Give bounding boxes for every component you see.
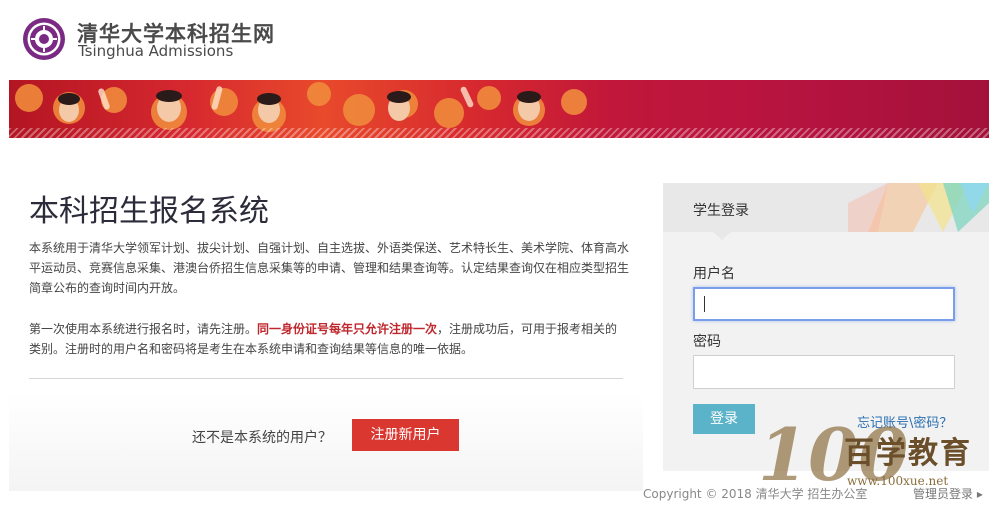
students-banner-image: [9, 80, 989, 138]
intro-paragraph: 本系统用于清华大学领军计划、拔尖计划、自强计划、自主选拔、外语类保送、艺术特长生…: [29, 241, 630, 295]
not-user-prompt: 还不是本系统的用户？: [192, 430, 332, 446]
register-button[interactable]: 注册新用户: [352, 419, 459, 451]
registration-note-emphasis: 同一身份证号每年只允许注册一次: [257, 322, 438, 336]
intro-panel: 本科招生报名系统 本系统用于清华大学领军计划、拔尖计划、自强计划、自主选拔、外语…: [9, 183, 643, 491]
login-button[interactable]: 登录: [693, 404, 755, 434]
admin-login-link[interactable]: 管理员登录 ▸: [913, 485, 983, 502]
username-label: 用户名: [693, 266, 735, 282]
header-notch: [713, 232, 731, 240]
password-label: 密码: [693, 334, 721, 350]
page-title: 本科招生报名系统: [29, 194, 269, 229]
tsinghua-seal-icon[interactable]: [22, 17, 66, 61]
registration-note: 第一次使用本系统进行报名时，请先注册。同一身份证号每年只允许注册一次，注册成功后…: [29, 319, 629, 359]
text-caret: [704, 296, 705, 312]
section-divider: [29, 378, 623, 379]
geometric-decoration: [848, 183, 989, 232]
banner-stripe-decoration: [9, 128, 989, 138]
site-header: 清华大学本科招生网 Tsinghua Admissions: [0, 0, 997, 80]
username-input[interactable]: [693, 287, 955, 321]
copyright-text: Copyright © 2018 清华大学 招生办公室: [643, 487, 868, 501]
watermark-name: 百学教育: [844, 436, 972, 471]
registration-note-intro: 第一次使用本系统进行报名时，请先注册。: [29, 322, 258, 336]
login-title: 学生登录: [693, 203, 749, 219]
login-header: 学生登录: [663, 183, 989, 232]
brand-name-en[interactable]: Tsinghua Admissions: [78, 42, 233, 60]
password-input[interactable]: [693, 355, 955, 389]
